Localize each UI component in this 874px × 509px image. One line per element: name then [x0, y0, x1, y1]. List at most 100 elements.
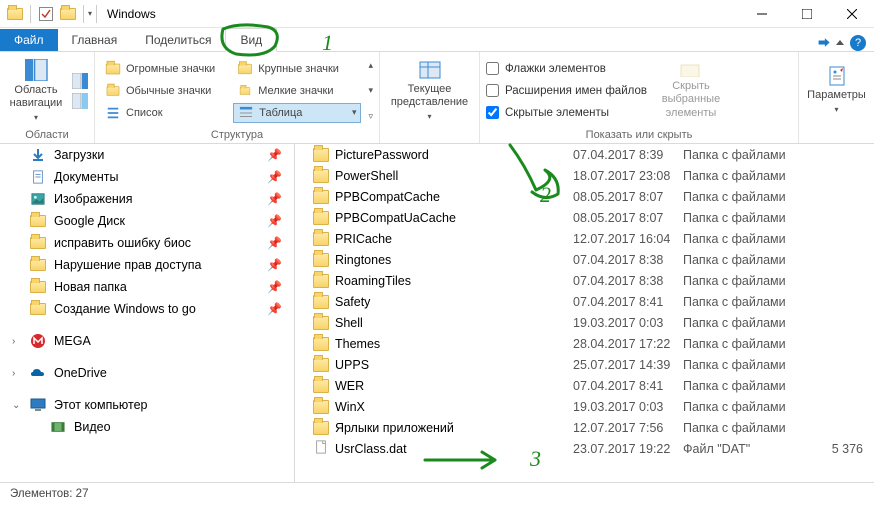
- layout-small[interactable]: Мелкие значки: [233, 81, 361, 101]
- maximize-button[interactable]: [784, 0, 829, 28]
- file-row[interactable]: RoamingTiles 07.04.2017 8:38Папка с файла…: [295, 270, 874, 291]
- file-row[interactable]: Ringtones07.04.2017 8:38Папка с файлами: [295, 249, 874, 270]
- sidebar-onedrive[interactable]: ›OneDrive: [0, 362, 294, 384]
- sidebar-item-3[interactable]: Google Диск📌: [0, 210, 294, 232]
- title-bar: ▾ Windows: [0, 0, 874, 28]
- navigation-pane-button[interactable]: Область навигации ▾: [6, 59, 66, 123]
- pin-icon[interactable]: 📌: [267, 236, 282, 250]
- sidebar-item-1[interactable]: Документы📌: [0, 166, 294, 188]
- tab-share[interactable]: Поделиться: [131, 29, 225, 51]
- file-row[interactable]: Ярлыки приложений12.07.2017 7:56Папка с …: [295, 417, 874, 438]
- layout-details[interactable]: Таблица▾: [233, 103, 361, 123]
- file-date: 07.04.2017 8:41: [573, 379, 683, 393]
- file-row[interactable]: UPPS25.07.2017 14:39Папка с файлами: [295, 354, 874, 375]
- ribbon-collapse-icon[interactable]: [836, 40, 844, 45]
- file-row[interactable]: WinX19.03.2017 0:03Папка с файлами: [295, 396, 874, 417]
- file-date: 19.03.2017 0:03: [573, 316, 683, 330]
- properties-checkbox-icon[interactable]: [35, 3, 57, 25]
- sidebar-this-pc[interactable]: ⌄Этот компьютер: [0, 394, 294, 416]
- folder-icon: [313, 232, 329, 246]
- layout-medium[interactable]: Обычные значки: [101, 81, 229, 101]
- layout-expand[interactable]: ▿: [368, 111, 373, 122]
- file-date: 19.03.2017 0:03: [573, 400, 683, 414]
- folder-icon: [313, 421, 329, 435]
- folder-icon: [57, 3, 79, 25]
- status-bar: Элементов: 27: [0, 482, 874, 504]
- close-button[interactable]: [829, 0, 874, 28]
- current-view-label: Текущее представление: [391, 83, 468, 109]
- ribbon-body: Область навигации ▾ Области Огромные зна…: [0, 52, 874, 144]
- navigation-sidebar[interactable]: Загрузки📌Документы📌Изображения📌Google Ди…: [0, 144, 295, 482]
- folder-icon: [313, 211, 329, 225]
- folder-icon: [313, 379, 329, 393]
- tab-file[interactable]: Файл: [0, 29, 58, 51]
- sidebar-item-4[interactable]: исправить ошибку биос📌: [0, 232, 294, 254]
- file-type: Папка с файлами: [683, 253, 813, 267]
- options-label: Параметры: [807, 89, 866, 102]
- file-date: 08.05.2017 8:07: [573, 211, 683, 225]
- layout-list[interactable]: Список: [101, 103, 229, 123]
- pin-icon[interactable]: 📌: [267, 258, 282, 272]
- file-list[interactable]: PicturePassword 07.04.2017 8:39 Папка с фа…: [295, 144, 874, 482]
- folder-icon: [30, 301, 46, 317]
- file-date: 08.05.2017 8:07: [573, 190, 683, 204]
- file-row[interactable]: PPBCompatCache08.05.2017 8:07Папка с фай…: [295, 186, 874, 207]
- file-type: Папка с файлами: [683, 337, 813, 351]
- folder-icon: [30, 279, 46, 295]
- pin-icon[interactable]: 📌: [267, 192, 282, 206]
- sidebar-video[interactable]: Видео: [0, 416, 294, 438]
- file-name: PowerShell: [335, 169, 398, 183]
- folder-icon: [313, 253, 329, 267]
- file-date: 07.04.2017 8:39: [573, 148, 683, 162]
- minimize-button[interactable]: [739, 0, 784, 28]
- layout-scroll-down[interactable]: ▾: [368, 85, 373, 96]
- file-type: Папка с файлами: [683, 274, 813, 288]
- file-type: Папка с файлами: [683, 232, 813, 246]
- pin-icon[interactable]: ⮕: [818, 34, 830, 51]
- help-icon[interactable]: ?: [850, 35, 866, 51]
- file-type: Папка с файлами: [683, 211, 813, 225]
- file-date: 12.07.2017 16:04: [573, 232, 683, 246]
- navigation-pane-label: Область навигации: [6, 84, 66, 110]
- file-row[interactable]: PowerShell18.07.2017 23:08Папка с файлам…: [295, 165, 874, 186]
- layout-large[interactable]: Крупные значки: [233, 59, 361, 79]
- file-row[interactable]: PPBCompatUaCache08.05.2017 8:07Папка с ф…: [295, 207, 874, 228]
- pin-icon[interactable]: 📌: [267, 148, 282, 162]
- file-row[interactable]: UsrClass.dat23.07.2017 19:22Файл "DAT"5 …: [295, 438, 874, 459]
- file-row[interactable]: PRICache12.07.2017 16:04Папка с файлами: [295, 228, 874, 249]
- checkbox-item-checkboxes[interactable]: Флажки элементов: [486, 59, 647, 79]
- file-row[interactable]: WER07.04.2017 8:41Папка с файлами: [295, 375, 874, 396]
- pin-icon[interactable]: 📌: [267, 280, 282, 294]
- file-row[interactable]: PicturePassword07.04.2017 8:39Папка с фа…: [295, 144, 874, 165]
- sidebar-item-0[interactable]: Загрузки📌: [0, 144, 294, 166]
- file-name: Themes: [335, 337, 380, 351]
- file-name: RoamingTiles: [335, 274, 411, 288]
- pin-icon[interactable]: 📌: [267, 170, 282, 184]
- options-button[interactable]: Параметры ▾: [805, 59, 868, 123]
- sidebar-item-5[interactable]: Нарушение прав доступа📌: [0, 254, 294, 276]
- tab-home[interactable]: Главная: [58, 29, 132, 51]
- layout-huge[interactable]: Огромные значки: [101, 59, 229, 79]
- file-name: PicturePassword: [335, 148, 429, 162]
- sidebar-item-6[interactable]: Новая папка📌: [0, 276, 294, 298]
- sidebar-item-2[interactable]: Изображения📌: [0, 188, 294, 210]
- current-view-button[interactable]: Текущее представление ▾: [395, 59, 465, 123]
- tab-view[interactable]: Вид: [225, 28, 277, 52]
- pin-icon[interactable]: 📌: [267, 302, 282, 316]
- file-row[interactable]: Shell19.03.2017 0:03Папка с файлами: [295, 312, 874, 333]
- details-pane-icon[interactable]: [72, 93, 88, 109]
- file-size: 5 376: [813, 442, 863, 456]
- file-row[interactable]: Safety07.04.2017 8:41Папка с файлами: [295, 291, 874, 312]
- file-date: 07.04.2017 8:38: [573, 274, 683, 288]
- checkbox-hidden-items[interactable]: Скрытые элементы: [486, 103, 647, 123]
- pin-icon[interactable]: 📌: [267, 214, 282, 228]
- file-date: 07.04.2017 8:38: [573, 253, 683, 267]
- sidebar-mega[interactable]: ›MEGA: [0, 330, 294, 352]
- folder-icon: [313, 190, 329, 204]
- checkbox-file-extensions[interactable]: Расширения имен файлов: [486, 81, 647, 101]
- sidebar-item-7[interactable]: Создание Windows to go📌: [0, 298, 294, 320]
- preview-pane-icon[interactable]: [72, 73, 88, 89]
- layout-scroll-up[interactable]: ▴: [368, 60, 373, 71]
- file-row[interactable]: Themes28.04.2017 17:22Папка с файлами: [295, 333, 874, 354]
- file-name: UsrClass.dat: [335, 442, 407, 456]
